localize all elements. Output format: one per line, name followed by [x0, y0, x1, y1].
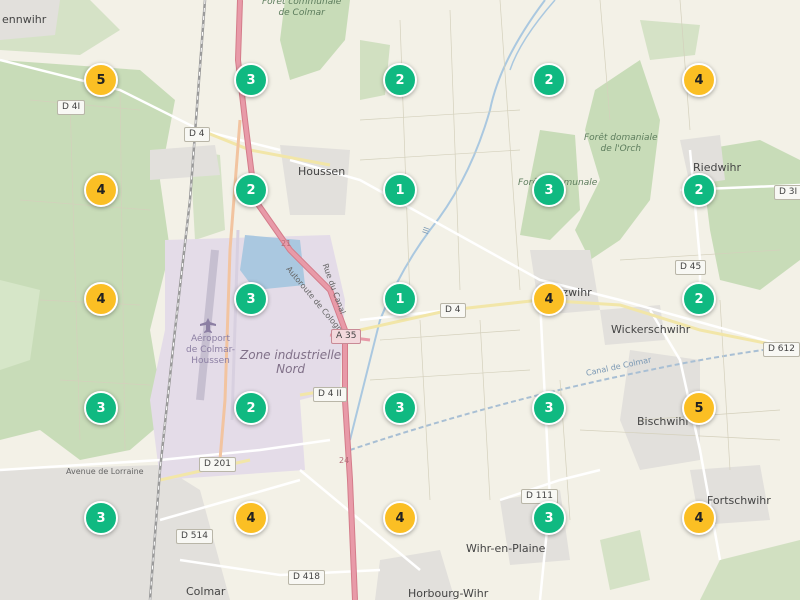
cluster-marker[interactable]: 4	[682, 63, 716, 97]
road-shield-d45: D 45	[675, 260, 707, 275]
road-shield-d4-west: D 4	[184, 127, 210, 142]
cluster-marker[interactable]: 2	[383, 63, 417, 97]
town-label-ingersheim: ennwihr	[2, 13, 47, 26]
cluster-marker[interactable]: 3	[532, 391, 566, 425]
cluster-marker[interactable]: 5	[682, 391, 716, 425]
forest-label-orch: Forêt domaniale de l'Orch	[584, 133, 658, 154]
cluster-marker[interactable]: 1	[383, 282, 417, 316]
cluster-marker[interactable]: 3	[532, 501, 566, 535]
road-number-21: 21	[281, 239, 292, 248]
cluster-marker[interactable]: 3	[234, 282, 268, 316]
road-shield-d612: D 612	[763, 342, 800, 357]
road-shield-d3i: D 3I	[774, 185, 800, 200]
town-label-houssen: Houssen	[298, 165, 346, 178]
cluster-marker[interactable]: 4	[84, 282, 118, 316]
cluster-marker[interactable]: 4	[234, 501, 268, 535]
airport-label: Aéroport de Colmar- Houssen	[186, 334, 236, 366]
forest-label-colmar: Forêt communale de Colmar	[262, 0, 342, 18]
town-label-wihr-en-plaine: Wihr-en-Plaine	[466, 542, 546, 555]
town-label-fortschwihr: Fortschwihr	[707, 494, 771, 507]
street-label-avenue-lorraine: Avenue de Lorraine	[66, 467, 144, 476]
road-shield-a35: A 35	[331, 329, 362, 344]
town-label-wickerschwihr: Wickerschwihr	[611, 323, 691, 336]
road-shield-d4-east: D 4	[440, 303, 466, 318]
town-label-horbourg-wihr: Horbourg-Wihr	[408, 587, 489, 600]
cluster-marker[interactable]: 2	[234, 391, 268, 425]
road-shield-d514: D 514	[176, 529, 213, 544]
cluster-marker[interactable]: 2	[682, 173, 716, 207]
cluster-marker[interactable]: 3	[383, 391, 417, 425]
cluster-marker[interactable]: 4	[682, 501, 716, 535]
road-shield-d418: D 418	[288, 570, 325, 585]
cluster-marker[interactable]: 3	[84, 501, 118, 535]
cluster-marker[interactable]: 3	[84, 391, 118, 425]
cluster-marker[interactable]: 4	[84, 173, 118, 207]
cluster-marker[interactable]: 1	[383, 173, 417, 207]
cluster-marker[interactable]: 5	[84, 63, 118, 97]
town-label-bischwihr: Bischwihr	[637, 415, 690, 428]
cluster-marker[interactable]: 2	[234, 173, 268, 207]
town-label-colmar: Colmar	[186, 585, 226, 598]
road-shield-d41: D 4I	[57, 100, 86, 115]
map-canvas[interactable]: ennwihr Houssen Colmar Horbourg-Wihr Wih…	[0, 0, 800, 600]
cluster-marker[interactable]: 3	[234, 63, 268, 97]
cluster-marker[interactable]: 2	[532, 63, 566, 97]
cluster-marker[interactable]: 4	[532, 282, 566, 316]
road-shield-d201: D 201	[199, 457, 236, 472]
cluster-marker[interactable]: 4	[383, 501, 417, 535]
cluster-marker[interactable]: 3	[532, 173, 566, 207]
road-shield-d4ii: D 4 II	[313, 387, 347, 402]
road-number-24: 24	[339, 456, 350, 465]
cluster-marker[interactable]: 2	[682, 282, 716, 316]
zone-label: Zone industrielle Nord	[240, 348, 342, 376]
